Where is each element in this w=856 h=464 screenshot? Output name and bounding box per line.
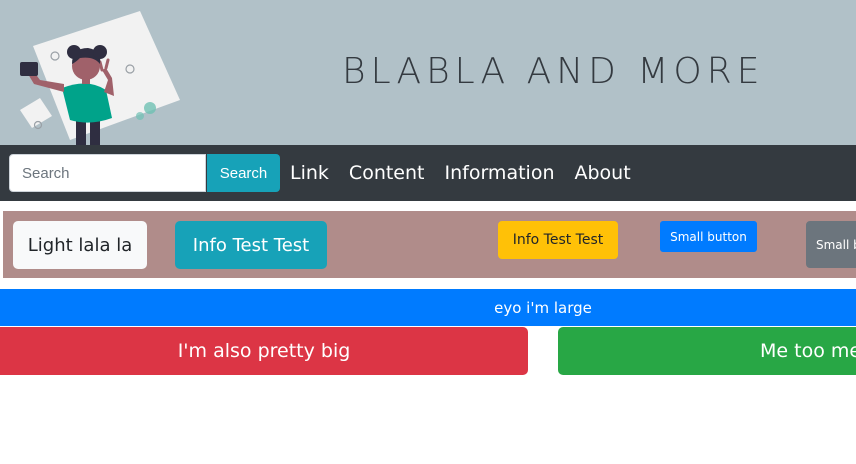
search-input[interactable]: [9, 154, 206, 192]
info-button[interactable]: Info Test Test: [175, 221, 327, 269]
nav-link-content[interactable]: Content: [349, 162, 425, 184]
selfie-illustration: [20, 11, 180, 145]
large-primary-button[interactable]: eyo i'm large: [0, 289, 856, 326]
small-secondary-button[interactable]: Small button: [806, 221, 856, 268]
light-button[interactable]: Light lala la: [13, 221, 147, 269]
nav-links: Link Content Information About: [290, 145, 651, 201]
nav-link-information[interactable]: Information: [445, 162, 555, 184]
button-strip: Light lala la Info Test Test Info Test T…: [3, 211, 856, 278]
search-button[interactable]: Search: [207, 154, 280, 192]
nav-link-link[interactable]: Link: [290, 162, 329, 184]
large-danger-button[interactable]: I'm also pretty big: [0, 327, 528, 375]
page-title: BLABLA AND MORE: [342, 51, 765, 92]
small-primary-button[interactable]: Small button: [660, 221, 757, 252]
warning-button[interactable]: Info Test Test: [498, 221, 618, 259]
large-success-button[interactable]: Me too me too: [558, 327, 856, 375]
page-header: BLABLA AND MORE: [0, 0, 856, 145]
nav-link-about[interactable]: About: [574, 162, 630, 184]
navbar: Search Link Content Information About: [0, 145, 856, 201]
